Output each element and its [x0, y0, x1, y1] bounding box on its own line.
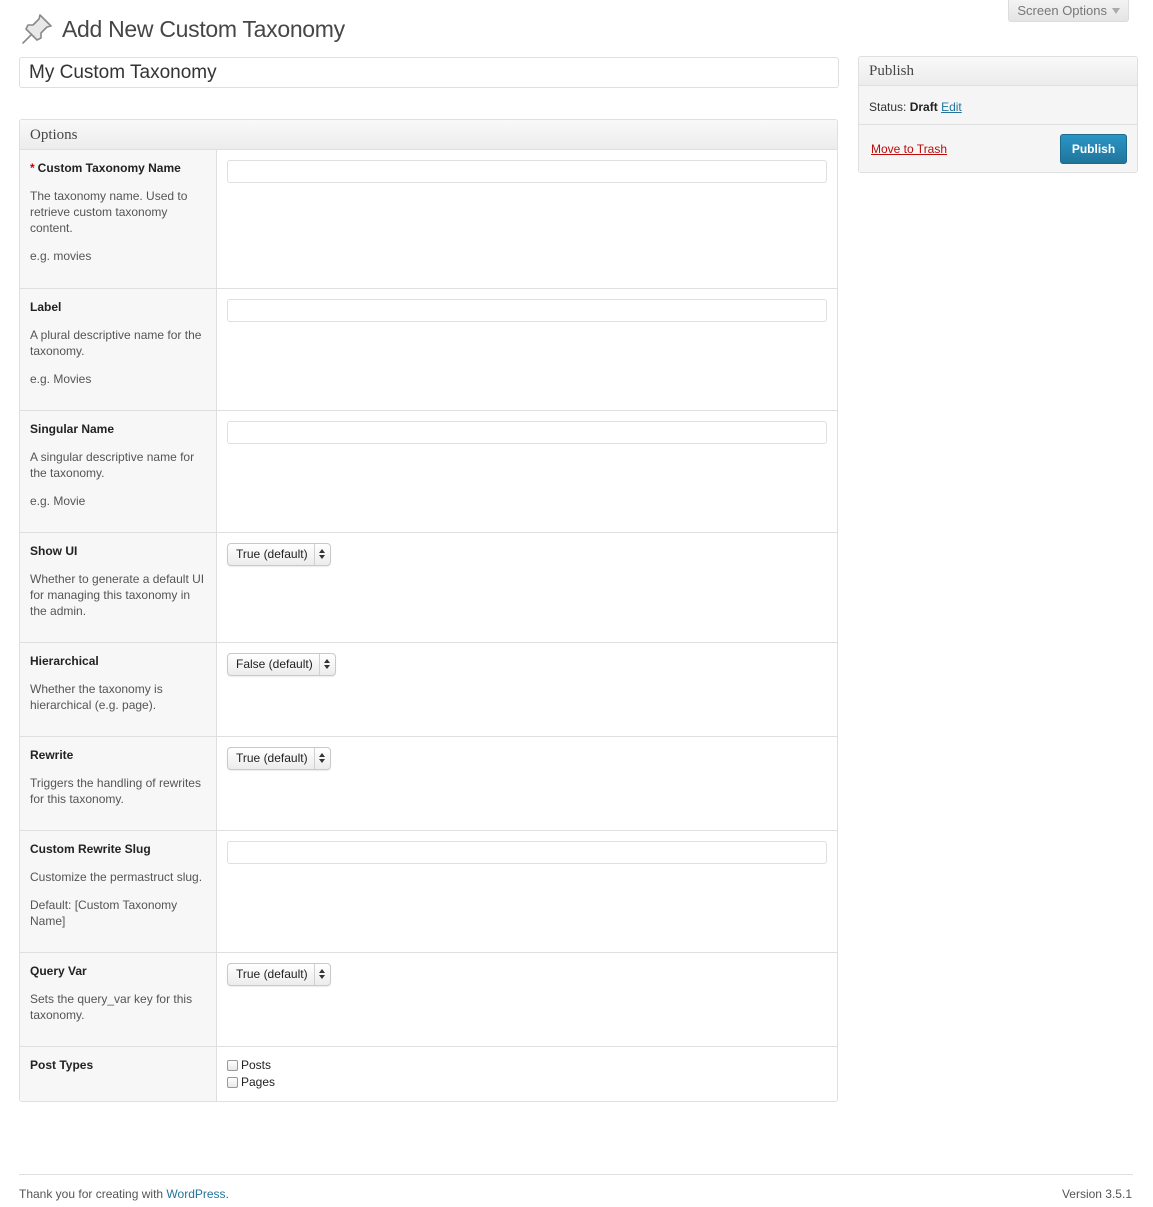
field-label: Query Var [30, 963, 87, 978]
options-box: Options * Custom Taxonomy Name The taxono… [19, 119, 838, 1102]
publish-button[interactable]: Publish [1060, 133, 1127, 164]
checkbox-label: Posts [241, 1058, 272, 1072]
publish-actions: Move to Trash Publish [859, 124, 1137, 172]
checkbox-pages[interactable]: Pages [227, 1074, 827, 1091]
taxonomy-title-input[interactable]: My Custom Taxonomy [19, 57, 839, 88]
screen-options-label: Screen Options [1017, 3, 1107, 18]
publish-box: Publish Status: Draft Edit Move to Trash… [858, 56, 1138, 173]
field-description: A plural descriptive name for the taxono… [30, 327, 202, 358]
show-ui-select[interactable]: True (default) [227, 542, 331, 566]
field-label: Post Types [30, 1057, 94, 1072]
wordpress-link[interactable]: WordPress [166, 1187, 225, 1201]
options-box-heading: Options [20, 120, 837, 150]
rewrite-slug-input[interactable] [227, 840, 827, 864]
rewrite-select[interactable]: True (default) [227, 746, 331, 770]
field-label: Rewrite [30, 747, 74, 762]
select-value: False (default) [236, 657, 313, 671]
page-title: Add New Custom Taxonomy [62, 16, 345, 42]
field-label: Label [30, 299, 62, 314]
select-arrows-icon [313, 747, 330, 769]
field-description: The taxonomy name. Used to retrieve cust… [30, 189, 188, 235]
footer-thanks-text: Thank you for creating with [19, 1187, 164, 1201]
status-label: Status: [869, 100, 907, 114]
checkbox[interactable] [227, 1076, 238, 1088]
screen-options-button[interactable]: Screen Options [1008, 0, 1129, 22]
field-example: e.g. Movies [30, 371, 92, 386]
field-description: A singular descriptive name for the taxo… [30, 449, 195, 480]
footer-version: Version 3.5.1 [1061, 1187, 1132, 1201]
taxonomy-name-input[interactable] [227, 160, 827, 183]
checkbox-posts[interactable]: Posts [227, 1057, 827, 1074]
hierarchical-select[interactable]: False (default) [227, 652, 336, 676]
field-example: e.g. movies [30, 249, 92, 263]
option-row-taxonomy-name: * Custom Taxonomy Name The taxonomy name.… [20, 150, 837, 289]
option-row-query-var: Query Var Sets the query_var key for thi… [20, 952, 837, 1047]
move-to-trash-link[interactable]: Move to Trash [871, 142, 947, 156]
footer-thanks: Thank you for creating with WordPress. [19, 1187, 229, 1201]
page-header: Add New Custom Taxonomy [20, 12, 345, 46]
field-description: Sets the query_var key for this taxonomy… [30, 991, 193, 1022]
option-row-rewrite-slug: Custom Rewrite Slug Customize the permas… [20, 830, 837, 953]
footer-divider [19, 1174, 1133, 1175]
singular-name-input[interactable] [227, 420, 827, 444]
field-description: Triggers the handling of rewrites for th… [30, 775, 201, 806]
field-label: Hierarchical [30, 653, 99, 668]
pushpin-icon [22, 14, 52, 44]
field-label: Show UI [30, 543, 78, 558]
field-description: Whether to generate a default UI for man… [30, 571, 205, 618]
publish-box-heading: Publish [859, 57, 1137, 86]
required-marker: * [30, 161, 35, 175]
field-description: Whether the taxonomy is hierarchical (e.… [30, 681, 163, 712]
edit-status-link[interactable]: Edit [941, 100, 962, 114]
select-arrows-icon [313, 963, 330, 985]
select-value: True (default) [236, 547, 308, 561]
field-label: Custom Taxonomy Name [37, 161, 181, 175]
publish-status: Status: Draft Edit [859, 86, 1137, 124]
option-row-post-types: Post Types Posts Pages [20, 1046, 837, 1101]
chevron-down-icon [1112, 7, 1120, 14]
select-arrows-icon [313, 543, 330, 565]
checkbox-label: Pages [241, 1075, 276, 1089]
option-row-show-ui: Show UI Whether to generate a default UI… [20, 532, 837, 643]
field-example: e.g. Movie [30, 493, 86, 508]
label-input[interactable] [227, 298, 827, 322]
field-example: Default: [Custom Taxonomy Name] [30, 897, 178, 928]
field-label: Singular Name [30, 421, 115, 436]
status-value: Draft [909, 100, 938, 114]
select-value: True (default) [236, 967, 308, 981]
option-row-rewrite: Rewrite Triggers the handling of rewrite… [20, 736, 837, 831]
field-description: Customize the permastruct slug. [30, 869, 203, 884]
option-row-hierarchical: Hierarchical Whether the taxonomy is hie… [20, 642, 837, 737]
query-var-select[interactable]: True (default) [227, 962, 331, 986]
options-table: * Custom Taxonomy Name The taxonomy name.… [20, 150, 837, 1101]
field-label: Custom Rewrite Slug [30, 841, 151, 856]
select-arrows-icon [318, 653, 335, 675]
select-value: True (default) [236, 751, 308, 765]
option-row-singular-name: Singular Name A singular descriptive nam… [20, 410, 837, 533]
option-row-label: Label A plural descriptive name for the … [20, 288, 837, 411]
checkbox[interactable] [227, 1059, 238, 1071]
